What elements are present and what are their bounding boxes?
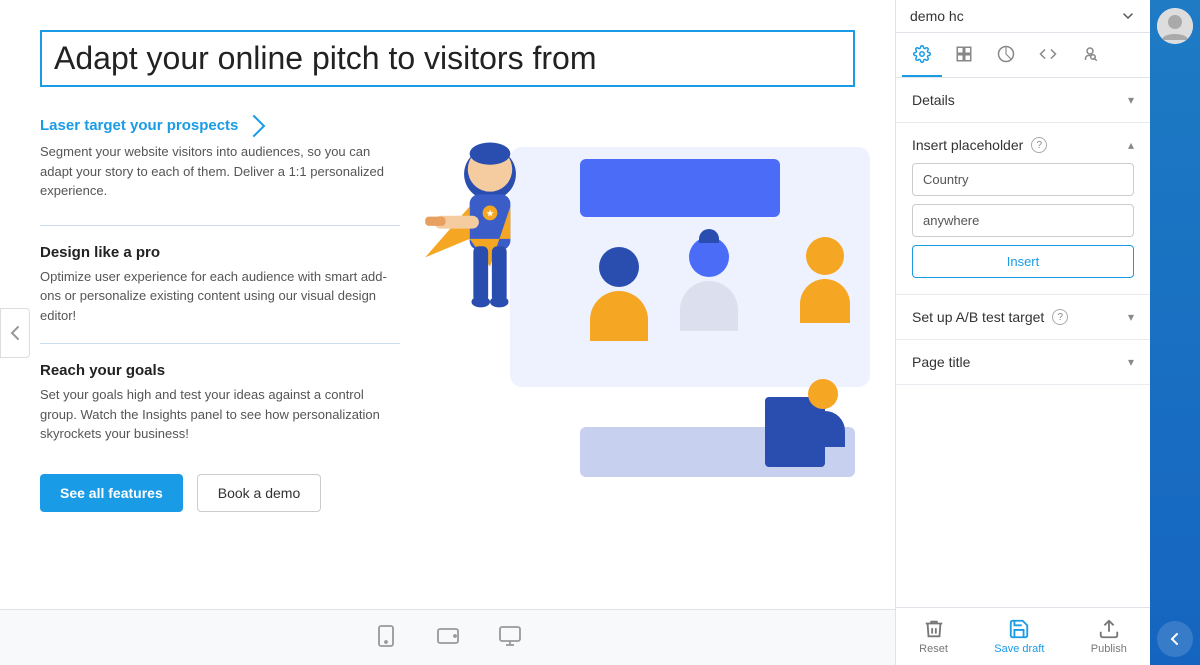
details-accordion-header[interactable]: Details ▾ (896, 78, 1150, 122)
details-label: Details (912, 92, 955, 108)
laser-link-text: Laser target your prospects (40, 117, 238, 134)
page-title-label: Page title (912, 354, 970, 370)
laser-text: Segment your website visitors into audie… (40, 142, 400, 201)
nav-arrow-left[interactable] (0, 308, 30, 358)
tablet-landscape-btn[interactable] (432, 620, 464, 655)
goals-heading: Reach your goals (40, 362, 400, 379)
goals-section: Reach your goals Set your goals high and… (40, 362, 400, 444)
page-title-header[interactable]: Page title ▾ (896, 340, 1150, 384)
blue-sidebar (1150, 0, 1200, 665)
book-demo-button[interactable]: Book a demo (197, 474, 322, 512)
save-draft-button[interactable]: Save draft (994, 618, 1044, 655)
tab-blocks[interactable] (944, 33, 984, 77)
reset-label: Reset (919, 643, 948, 655)
tab-seo[interactable] (1070, 33, 1110, 77)
design-section: Design like a pro Optimize user experien… (40, 244, 400, 326)
tab-settings[interactable] (902, 33, 942, 77)
illus-person-3 (800, 237, 850, 323)
details-chevron-icon: ▾ (1128, 93, 1134, 107)
ab-test-label: Set up A/B test target (912, 309, 1044, 325)
design-heading: Design like a pro (40, 244, 400, 261)
desktop-btn[interactable] (494, 620, 526, 655)
publish-label: Publish (1091, 643, 1127, 655)
tab-design[interactable] (986, 33, 1026, 77)
laser-section: Laser target your prospects Segment your… (40, 117, 400, 201)
insert-placeholder-chevron-icon: ▴ (1128, 138, 1134, 152)
ab-test-header[interactable]: Set up A/B test target ? ▾ (896, 295, 1150, 339)
illus-person-1 (590, 247, 648, 341)
divider-2 (40, 343, 400, 344)
country-input[interactable] (912, 163, 1134, 196)
ab-test-chevron-icon: ▾ (1128, 310, 1134, 324)
panel-tabs (896, 33, 1150, 78)
tablet-portrait-btn[interactable] (370, 620, 402, 655)
svg-text:★: ★ (486, 209, 494, 219)
reset-button[interactable]: Reset (919, 618, 948, 655)
insert-placeholder-help-icon[interactable]: ? (1031, 137, 1047, 153)
panel-collapse-btn[interactable] (1157, 621, 1193, 657)
insert-placeholder-header[interactable]: Insert placeholder ? ▴ (896, 123, 1150, 157)
insert-placeholder-section: Insert placeholder ? ▴ Insert (896, 123, 1150, 295)
ab-test-accordion: Set up A/B test target ? ▾ (896, 295, 1150, 340)
right-panel: demo hc Detai (895, 0, 1150, 665)
cta-buttons: See all features Book a demo (40, 474, 400, 512)
insert-placeholder-label: Insert placeholder (912, 137, 1023, 153)
ab-test-help-icon[interactable]: ? (1052, 309, 1068, 325)
page-title-chevron-icon: ▾ (1128, 355, 1134, 369)
publish-button[interactable]: Publish (1091, 618, 1127, 655)
insert-placeholder-content: Insert (896, 157, 1150, 294)
anywhere-input[interactable] (912, 204, 1134, 237)
goals-text: Set your goals high and test your ideas … (40, 385, 400, 444)
hero-illustration: ★ (430, 117, 855, 497)
page-heading-input[interactable] (40, 30, 855, 87)
site-name: demo hc (910, 8, 964, 24)
laser-link[interactable]: Laser target your prospects (40, 117, 400, 134)
illus-blue-rect (580, 159, 780, 217)
see-all-button[interactable]: See all features (40, 474, 183, 512)
save-draft-label: Save draft (994, 643, 1044, 655)
details-accordion: Details ▾ (896, 78, 1150, 123)
insert-button[interactable]: Insert (912, 245, 1134, 278)
divider-1 (40, 225, 400, 226)
chevron-right-icon (243, 114, 266, 137)
superwoman-svg: ★ (410, 137, 570, 387)
dropdown-icon[interactable] (1120, 8, 1136, 24)
illus-person-2 (680, 237, 738, 331)
user-avatar[interactable] (1157, 8, 1193, 44)
panel-header: demo hc (896, 0, 1150, 33)
device-nav (0, 609, 895, 665)
page-title-accordion: Page title ▾ (896, 340, 1150, 385)
panel-body: Details ▾ Insert placeholder ? ▴ Insert (896, 78, 1150, 607)
illus-person-desk (801, 379, 845, 447)
illustration-area: ★ (430, 117, 855, 512)
panel-footer: Reset Save draft Publish (896, 607, 1150, 665)
tab-code[interactable] (1028, 33, 1068, 77)
design-text: Optimize user experience for each audien… (40, 267, 400, 326)
